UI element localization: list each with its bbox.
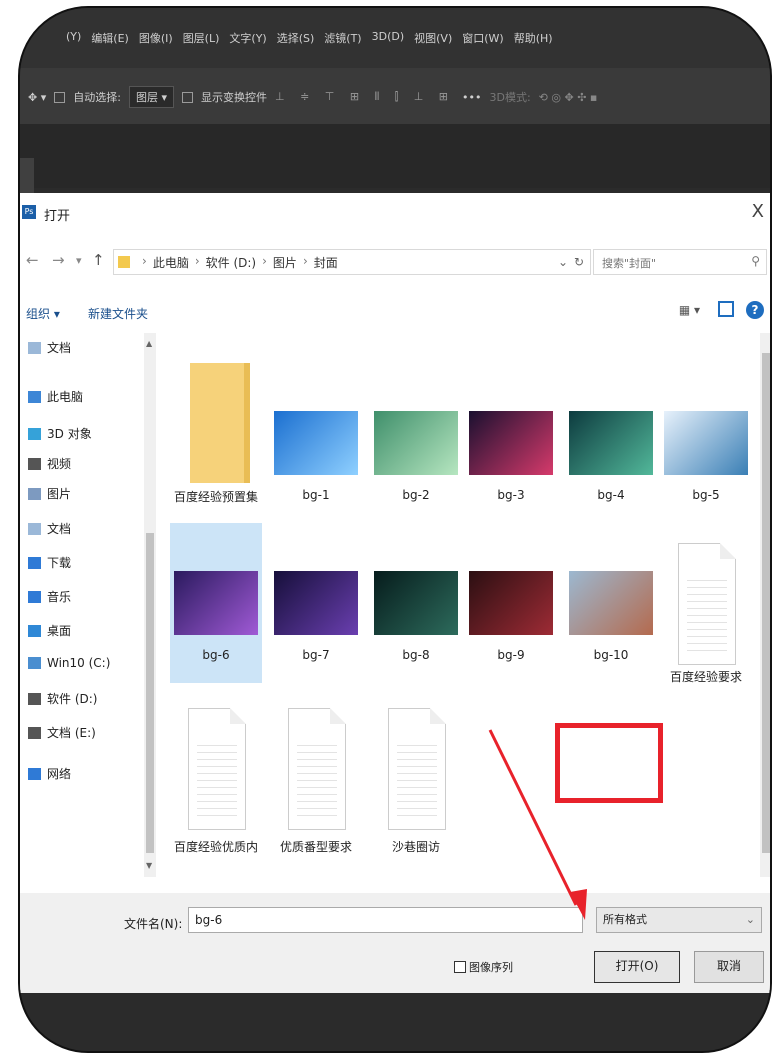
red-arrow-annotation [488,729,587,920]
arrow-head [570,889,587,920]
open-button-highlight [555,723,663,803]
